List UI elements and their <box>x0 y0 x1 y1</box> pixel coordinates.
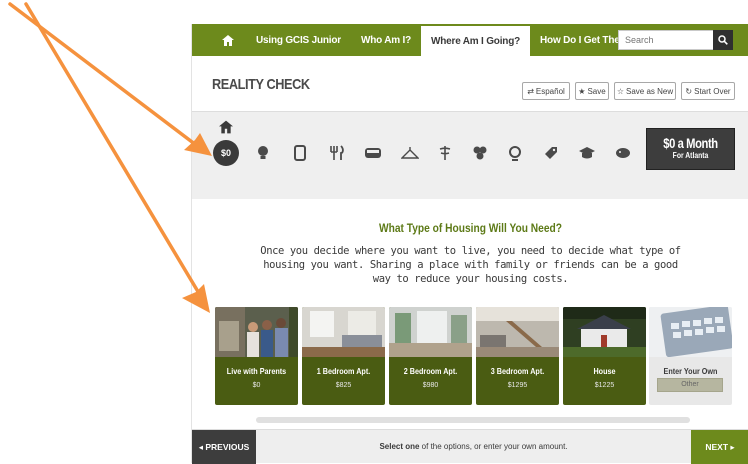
medical-icon[interactable] <box>432 140 458 166</box>
save-as-new-button[interactable]: ☆ Save as New <box>614 82 676 100</box>
search-button[interactable] <box>713 30 733 50</box>
next-button[interactable]: NEXT ▸ <box>691 430 748 464</box>
option-name: 3 Bedroom Apt. <box>490 366 545 376</box>
loft-photo <box>476 307 559 357</box>
start-over-button[interactable]: ↻ Start Over <box>681 82 735 100</box>
option-price: $825 <box>335 382 352 389</box>
housing-option-3-bedroom-apt[interactable]: 3 Bedroom Apt. $1295 <box>476 307 559 405</box>
option-name: 2 Bedroom Apt. <box>403 366 458 376</box>
option-name: 1 Bedroom Apt. <box>316 366 371 376</box>
home-icon[interactable] <box>219 120 233 134</box>
annotation-arrow-to-housing-options <box>24 2 205 302</box>
option-name: Live with Parents <box>226 366 287 376</box>
language-icon: ⇄ <box>527 86 534 96</box>
hanger-icon[interactable] <box>397 140 423 166</box>
question-description: Once you decide where you want to live, … <box>260 245 681 285</box>
question-title: What Type of Housing Will You Need? <box>379 221 562 235</box>
bedroom-photo <box>302 307 385 357</box>
search-input[interactable] <box>618 30 713 50</box>
save-button[interactable]: ★ Save <box>575 82 609 100</box>
location-icon[interactable] <box>502 140 528 166</box>
category-housing-active[interactable]: $0 <box>213 140 239 166</box>
horizontal-scrollbar[interactable] <box>256 417 690 423</box>
monthly-total-amount: $0 a Month <box>663 135 718 151</box>
lightbulb-icon[interactable] <box>250 140 276 166</box>
option-price: $980 <box>422 382 439 389</box>
option-name: Enter Your Own <box>663 366 718 376</box>
option-price: $1295 <box>507 382 528 389</box>
entertainment-icon[interactable] <box>467 140 493 166</box>
refresh-icon: ↻ <box>685 86 693 96</box>
piggy-bank-icon[interactable] <box>610 140 636 166</box>
main-content: What Type of Housing Will You Need? Once… <box>192 199 748 429</box>
star-icon: ★ <box>578 86 586 96</box>
nav-link-who-am-i[interactable]: Who Am I? <box>351 24 421 56</box>
top-navigation: Using GCIS Junior Who Am I? Where Am I G… <box>192 24 748 56</box>
option-price: $0 <box>252 382 261 389</box>
espanol-button[interactable]: ⇄ Español <box>522 82 570 100</box>
housing-option-enter-your-own[interactable]: Enter Your Own Other <box>649 307 732 405</box>
footer-bar: ◂ PREVIOUS Select one of the options, or… <box>192 429 748 464</box>
car-icon[interactable] <box>360 140 386 166</box>
star-outline-icon: ☆ <box>616 86 625 96</box>
search-box <box>618 30 733 50</box>
option-price: $1225 <box>594 382 615 389</box>
home-icon[interactable] <box>218 24 238 56</box>
monthly-total-city: For Atlanta <box>672 151 709 160</box>
category-bar: $0 $0 a Month For Atlanta <box>192 111 748 199</box>
living-room-photo <box>389 307 472 357</box>
option-name: House <box>593 366 616 376</box>
annotation-arrow-to-housing-icon <box>8 2 202 150</box>
reality-check-app: Using GCIS Junior Who Am I? Where Am I G… <box>191 24 748 464</box>
nav-link-using-gcis-junior[interactable]: Using GCIS Junior <box>246 24 351 56</box>
calculator-photo <box>649 307 732 357</box>
monthly-total-box: $0 a Month For Atlanta <box>646 128 735 170</box>
housing-option-1-bedroom-apt[interactable]: 1 Bedroom Apt. $825 <box>302 307 385 405</box>
housing-option-live-with-parents[interactable]: Live with Parents $0 <box>215 307 298 405</box>
search-icon <box>718 35 728 45</box>
other-amount-input[interactable]: Other <box>657 378 723 392</box>
utensils-icon[interactable] <box>324 140 350 166</box>
house-photo <box>563 307 646 357</box>
family-photo <box>215 307 298 357</box>
housing-option-2-bedroom-apt[interactable]: 2 Bedroom Apt. $980 <box>389 307 472 405</box>
housing-option-house[interactable]: House $1225 <box>563 307 646 405</box>
tag-icon[interactable] <box>538 140 564 166</box>
footer-message: Select one of the options, or enter your… <box>379 442 568 451</box>
nav-link-where-am-i-going[interactable]: Where Am I Going? <box>421 26 531 56</box>
phone-icon[interactable] <box>287 140 313 166</box>
page-title: REALITY CHECK <box>212 76 310 93</box>
graduation-cap-icon[interactable] <box>574 140 600 166</box>
previous-button[interactable]: ◂ PREVIOUS <box>192 430 256 464</box>
